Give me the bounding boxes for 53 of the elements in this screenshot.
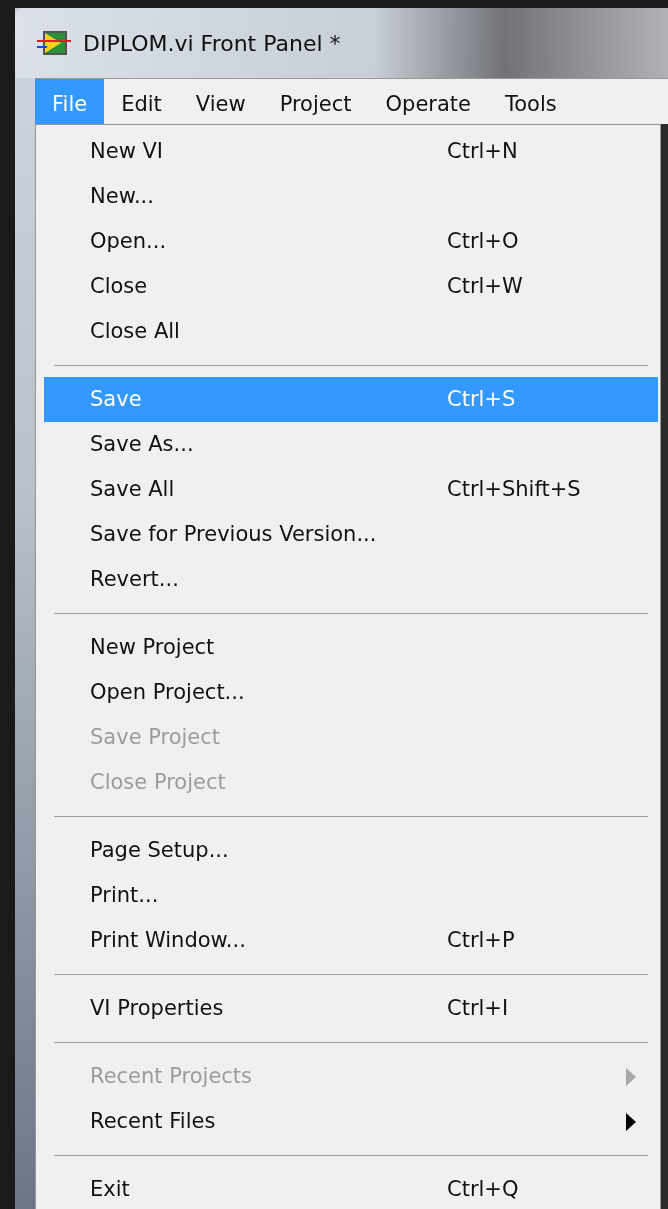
menu-item-label: Save As... bbox=[90, 430, 195, 458]
menu-item[interactable]: New... bbox=[44, 174, 658, 219]
shortcut-label: Ctrl+W bbox=[447, 272, 524, 300]
menu-item-label: New... bbox=[90, 182, 155, 210]
menu-item[interactable]: New Project bbox=[44, 625, 658, 670]
menu-item-label: VI Properties bbox=[90, 994, 225, 1022]
menu-item[interactable]: Revert... bbox=[44, 557, 658, 602]
menu-bar-item[interactable]: Edit bbox=[104, 79, 179, 124]
menu-item-label: New Project bbox=[90, 633, 216, 661]
menu-item-label: Exit bbox=[90, 1175, 131, 1203]
menu-item[interactable]: Print... bbox=[44, 873, 658, 918]
shortcut-label: Ctrl+Q bbox=[447, 1175, 520, 1203]
menu-item-label: Recent Projects bbox=[90, 1062, 254, 1090]
menu-item[interactable]: Page Setup... bbox=[44, 828, 658, 873]
menu-item-label: Print... bbox=[90, 881, 160, 909]
menu-item[interactable]: Close Ctrl+W bbox=[44, 264, 658, 309]
menu-item[interactable]: VI Properties Ctrl+I bbox=[44, 986, 658, 1031]
menu-item-label: Save for Previous Version... bbox=[90, 520, 378, 548]
menu-item[interactable]: Print Window... Ctrl+P bbox=[44, 918, 658, 963]
menu-item[interactable]: Save for Previous Version... bbox=[44, 512, 658, 557]
shortcut-label: Ctrl+O bbox=[447, 227, 520, 255]
menu-item-label: New VI bbox=[90, 137, 165, 165]
menu-item-label: Open... bbox=[90, 227, 168, 255]
menu-item[interactable]: Recent Files bbox=[44, 1099, 658, 1144]
menu-item[interactable]: Open... Ctrl+O bbox=[44, 219, 658, 264]
menu-bar-item[interactable]: Tools bbox=[487, 79, 574, 124]
menu-bar-item[interactable]: Operate bbox=[368, 79, 488, 124]
menu-item[interactable]: Save All Ctrl+Shift+S bbox=[44, 467, 658, 512]
menu-item-label: Close bbox=[90, 272, 149, 300]
vi-icon bbox=[37, 29, 71, 57]
menu-item-label: Save Project bbox=[90, 723, 222, 751]
menu-item-label: Recent Files bbox=[90, 1107, 217, 1135]
shortcut-label: Ctrl+S bbox=[447, 385, 517, 413]
window-title: DIPLOM.vi Front Panel * bbox=[83, 29, 341, 58]
menu-item[interactable]: Save As... bbox=[44, 422, 658, 467]
menu-bar-item[interactable]: View bbox=[178, 79, 263, 124]
shortcut-label: Ctrl+P bbox=[447, 926, 516, 954]
menu-item-label: Page Setup... bbox=[90, 836, 230, 864]
menu-item-label: Revert... bbox=[90, 565, 180, 593]
menu-item-label: Save All bbox=[90, 475, 176, 503]
shortcut-label: Ctrl+N bbox=[447, 137, 519, 165]
menu-item[interactable]: New VI Ctrl+N bbox=[44, 129, 658, 174]
menu-item[interactable]: Exit Ctrl+Q bbox=[44, 1167, 658, 1209]
menu-item-label: Save bbox=[90, 385, 143, 413]
shortcut-label: Ctrl+I bbox=[447, 994, 510, 1022]
menu-item-label: Close All bbox=[90, 317, 181, 345]
menu-bar-item[interactable]: Project bbox=[262, 79, 369, 124]
menu-item-label: Close Project bbox=[90, 768, 227, 796]
menu-item-label: Print Window... bbox=[90, 926, 247, 954]
menu-item[interactable]: Close All bbox=[44, 309, 658, 354]
shortcut-label: Ctrl+Shift+S bbox=[447, 475, 582, 503]
menu-item[interactable]: Open Project... bbox=[44, 670, 658, 715]
menu-item-label: Open Project... bbox=[90, 678, 246, 706]
